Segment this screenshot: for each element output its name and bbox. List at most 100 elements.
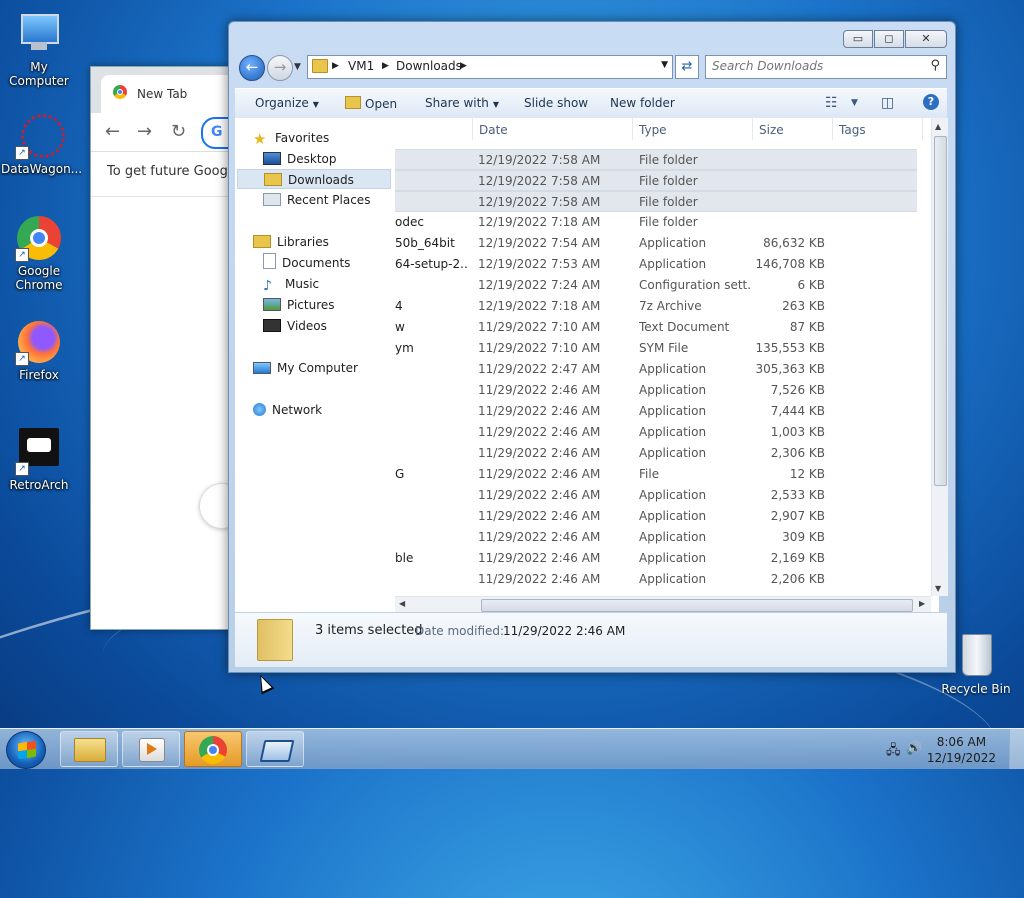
preview-pane-icon[interactable]: ◫ [881, 95, 894, 111]
chrome-titlebar[interactable]: New Tab [91, 67, 241, 113]
file-row[interactable]: 12/19/2022 7:58 AM File folder [395, 149, 917, 170]
back-arrow-icon[interactable]: ← [105, 121, 120, 142]
taskbar-media-player-button[interactable] [122, 731, 180, 767]
help-icon[interactable]: ? [923, 94, 939, 110]
minimize-button[interactable]: ▭ [843, 30, 873, 48]
show-desktop-button[interactable] [1009, 729, 1024, 769]
file-row[interactable]: G 11/29/2022 2:46 AM File 12 KB [395, 464, 917, 485]
taskbar-explorer-button[interactable] [60, 731, 118, 767]
file-row[interactable]: 11/29/2022 2:46 AM Application 2,306 KB [395, 443, 917, 464]
nav-my-computer[interactable]: My Computer [253, 358, 409, 378]
address-dropdown-icon[interactable]: ▼ [661, 60, 668, 70]
breadcrumb-chevron-icon[interactable]: ▶ [382, 61, 389, 71]
horizontal-scroll-thumb[interactable] [481, 599, 913, 612]
file-row[interactable]: ym 11/29/2022 7:10 AM SYM File 135,553 KB [395, 338, 917, 359]
open-button[interactable]: Open [345, 96, 397, 111]
reload-icon[interactable]: ↻ [171, 121, 186, 142]
recent-pages-dropdown[interactable]: ▼ [294, 62, 301, 72]
file-row[interactable]: 11/29/2022 2:46 AM Application 1,003 KB [395, 422, 917, 443]
column-header-tags[interactable]: Tags [833, 118, 923, 140]
column-header-size[interactable]: Size [753, 118, 833, 140]
file-row[interactable]: 11/29/2022 2:47 AM Application 305,363 KB [395, 359, 917, 380]
chrome-tab-new-tab[interactable]: New Tab [101, 75, 241, 113]
file-row[interactable]: 11/29/2022 2:46 AM Application 309 KB [395, 527, 917, 548]
search-input[interactable] [706, 56, 912, 76]
maximize-button[interactable]: ◻ [874, 30, 904, 48]
file-row[interactable]: 11/29/2022 2:46 AM Application 2,533 KB [395, 485, 917, 506]
scroll-right-icon[interactable]: ▶ [919, 599, 925, 608]
file-row[interactable]: 64-setup-2... 12/19/2022 7:53 AM Applicati… [395, 254, 917, 275]
network-tray-icon[interactable]: 🖧 [886, 741, 901, 763]
desktop-icon-google-chrome[interactable]: ↗ Google Chrome [1, 214, 77, 292]
vertical-scroll-thumb[interactable] [934, 136, 947, 486]
slide-show-button[interactable]: Slide show [524, 96, 588, 110]
file-row[interactable]: 11/29/2022 2:46 AM Application 7,444 KB [395, 401, 917, 422]
chrome-icon: ↗ [15, 214, 63, 262]
scroll-down-icon[interactable]: ▼ [935, 584, 941, 593]
file-date: 11/29/2022 2:46 AM [478, 404, 601, 418]
taskbar-chrome-button[interactable] [184, 731, 242, 767]
file-row[interactable]: 12/19/2022 7:24 AM Configuration sett... 6… [395, 275, 917, 296]
forward-button[interactable]: → [267, 55, 293, 81]
breadcrumb-downloads[interactable]: Downloads [396, 59, 462, 73]
file-row[interactable]: w 11/29/2022 7:10 AM Text Document 87 KB [395, 317, 917, 338]
share-with-button[interactable]: Share with ▼ [425, 96, 499, 110]
nav-downloads[interactable]: Downloads [237, 169, 391, 189]
view-options-dropdown-icon[interactable]: ▼ [851, 98, 858, 108]
start-button[interactable] [6, 731, 46, 769]
scroll-left-icon[interactable]: ◀ [399, 599, 405, 608]
desktop-icon-my-computer[interactable]: My Computer [1, 10, 77, 88]
volume-tray-icon[interactable]: 🔊 [906, 741, 922, 756]
scroll-up-icon[interactable]: ▲ [935, 122, 941, 131]
file-row[interactable]: 4 12/19/2022 7:18 AM 7z Archive 263 KB [395, 296, 917, 317]
search-box[interactable]: ⚲ [705, 55, 947, 79]
desktop-icon-recycle-bin[interactable]: Recycle Bin [940, 630, 1012, 696]
desktop-icon-firefox[interactable]: ↗ Firefox [1, 318, 77, 382]
file-row[interactable]: odec 12/19/2022 7:18 AM File folder [395, 212, 917, 233]
file-row[interactable]: 11/29/2022 2:46 AM Application 7,526 KB [395, 380, 917, 401]
column-header-name[interactable] [395, 118, 473, 140]
forward-arrow-icon[interactable]: → [137, 121, 152, 142]
horizontal-scrollbar[interactable]: ◀ ▶ [395, 596, 931, 613]
file-size: 7,444 KB [770, 404, 825, 418]
nav-favorites[interactable]: ★ Favorites [253, 128, 409, 148]
explorer-window[interactable]: ▭ ◻ ✕ ← → ▼ ▶ VM1 ▶ Downloads ▶ ▼ ⇄ ⚲ Or… [228, 21, 956, 673]
nav-network[interactable]: Network [253, 400, 409, 420]
chrome-window[interactable]: New Tab ← → ↻ G To get future Google [90, 66, 265, 630]
file-name: w [395, 320, 405, 334]
file-type: Application [639, 572, 707, 586]
desktop-icon-datawagon[interactable]: ↗ DataWagon... [1, 112, 82, 176]
taskbar-app-button[interactable] [246, 731, 304, 767]
file-date: 11/29/2022 7:10 AM [478, 341, 601, 355]
folder-icon [74, 738, 106, 762]
column-header-type[interactable]: Type [633, 118, 753, 140]
file-date: 12/19/2022 7:58 AM [478, 174, 601, 188]
breadcrumb-chevron-icon[interactable]: ▶ [460, 61, 467, 71]
clock[interactable]: 8:06 AM 12/19/2022 [927, 734, 996, 766]
chrome-toolbar: ← → ↻ G [91, 113, 265, 152]
address-bar[interactable]: ▶ VM1 ▶ Downloads ▶ ▼ [307, 55, 673, 79]
recent-places-icon [263, 193, 281, 206]
file-row[interactable]: 12/19/2022 7:58 AM File folder [395, 191, 917, 212]
file-row[interactable]: 12/19/2022 7:58 AM File folder [395, 170, 917, 191]
organize-button[interactable]: Organize ▼ [255, 96, 319, 110]
new-folder-button[interactable]: New folder [610, 96, 675, 110]
nav-libraries[interactable]: Libraries [253, 232, 409, 252]
file-row[interactable]: 11/29/2022 2:46 AM Application 2,206 KB [395, 569, 917, 590]
file-row[interactable]: ble 11/29/2022 2:46 AM Application 2,169 KB [395, 548, 917, 569]
column-header-date[interactable]: Date [473, 118, 633, 140]
share-with-label: Share with [425, 96, 489, 110]
file-list[interactable]: Date Type Size Tags 12/19/2022 7:58 AM Fi… [395, 118, 939, 612]
desktop-icon-retroarch[interactable]: ↗ RetroArch [1, 428, 77, 492]
breadcrumb-chevron-icon[interactable]: ▶ [332, 61, 339, 71]
change-view-icon[interactable]: ☷ [825, 95, 838, 111]
close-button[interactable]: ✕ [905, 30, 947, 48]
breadcrumb-vm1[interactable]: VM1 [348, 59, 374, 73]
vertical-scrollbar[interactable]: ▲ ▼ [931, 118, 948, 596]
file-row[interactable]: 50b_64bit 12/19/2022 7:54 AM Application 86… [395, 233, 917, 254]
desktop-icon-label: Recycle Bin [941, 682, 1011, 696]
file-row[interactable]: 11/29/2022 2:46 AM Application 2,907 KB [395, 506, 917, 527]
refresh-button[interactable]: ⇄ [675, 55, 699, 79]
back-button[interactable]: ← [239, 55, 265, 81]
search-icon[interactable]: ⚲ [930, 58, 940, 73]
